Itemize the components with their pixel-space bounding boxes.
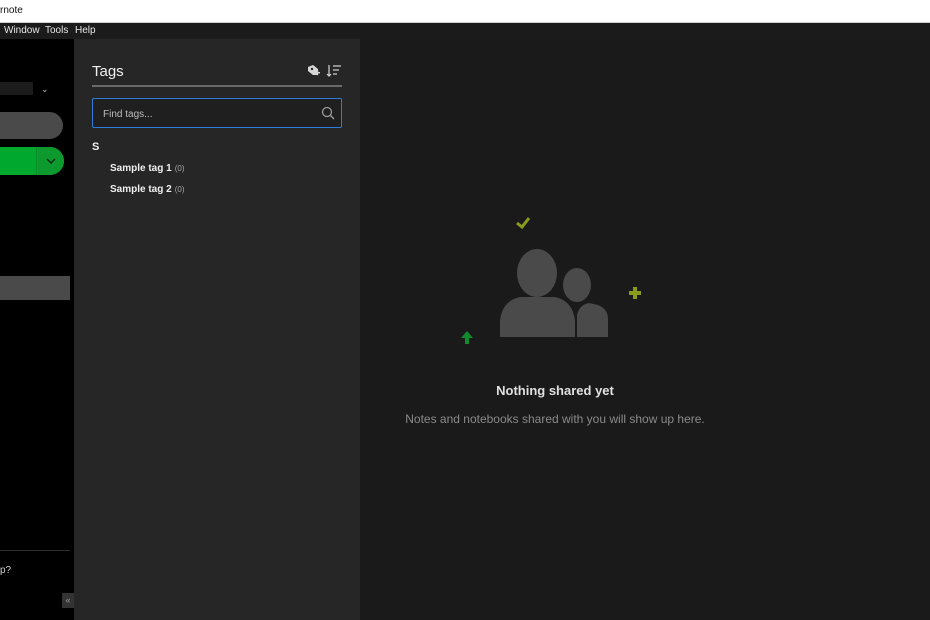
account-name[interactable] — [0, 82, 33, 95]
tag-count: (0) — [174, 164, 185, 173]
menu-window[interactable]: Window — [4, 25, 40, 36]
tag-count: (0) — [174, 185, 185, 194]
window-title: rnote — [0, 5, 23, 16]
search-button[interactable] — [0, 112, 63, 139]
search-input[interactable] — [101, 105, 315, 123]
page-title: Tags — [92, 63, 124, 80]
empty-state-title: Nothing shared yet — [496, 383, 614, 398]
sidebar-divider — [0, 550, 70, 551]
search-icon[interactable] — [321, 106, 335, 120]
tag-group-letter: S — [92, 141, 100, 153]
help-link[interactable]: p? — [0, 565, 11, 576]
tags-panel: Tags S Sample tag 1(0) Sample tag 2(0) — [74, 39, 360, 620]
new-note-dropdown[interactable] — [38, 147, 64, 175]
tag-name: Sample tag 1 — [110, 163, 172, 174]
empty-state-illustration — [461, 217, 641, 344]
tag-name: Sample tag 2 — [110, 184, 172, 195]
list-item[interactable]: Sample tag 1 (0) — [110, 163, 184, 174]
chevron-down-icon[interactable]: ⌄ — [41, 84, 49, 95]
list-item[interactable]: Sample tag 2 (0) — [110, 184, 184, 195]
menu-help[interactable]: Help — [75, 25, 96, 36]
add-tag-icon[interactable] — [306, 64, 320, 78]
new-note-button[interactable] — [0, 147, 64, 175]
menu-tools[interactable]: Tools — [45, 25, 68, 36]
title-underline — [92, 85, 342, 87]
chevron-down-icon — [46, 158, 56, 165]
check-icon — [516, 217, 531, 230]
find-tags-field[interactable] — [92, 98, 342, 128]
empty-state-subtitle: Notes and notebooks shared with you will… — [405, 412, 705, 426]
sidebar: ⌄ p? « — [0, 39, 74, 620]
shared-main-area: Nothing shared yet Notes and notebooks s… — [360, 39, 930, 620]
title-bar: rnote — [0, 0, 930, 23]
button-divider — [36, 147, 37, 175]
plus-icon — [629, 287, 641, 299]
people-icon — [500, 249, 608, 337]
collapse-sidebar-icon[interactable]: « — [62, 593, 74, 608]
sidebar-item-selected[interactable] — [0, 276, 70, 300]
menu-bar: Window Tools Help — [0, 23, 930, 39]
arrow-up-icon — [461, 331, 473, 344]
sort-icon[interactable] — [326, 64, 342, 78]
